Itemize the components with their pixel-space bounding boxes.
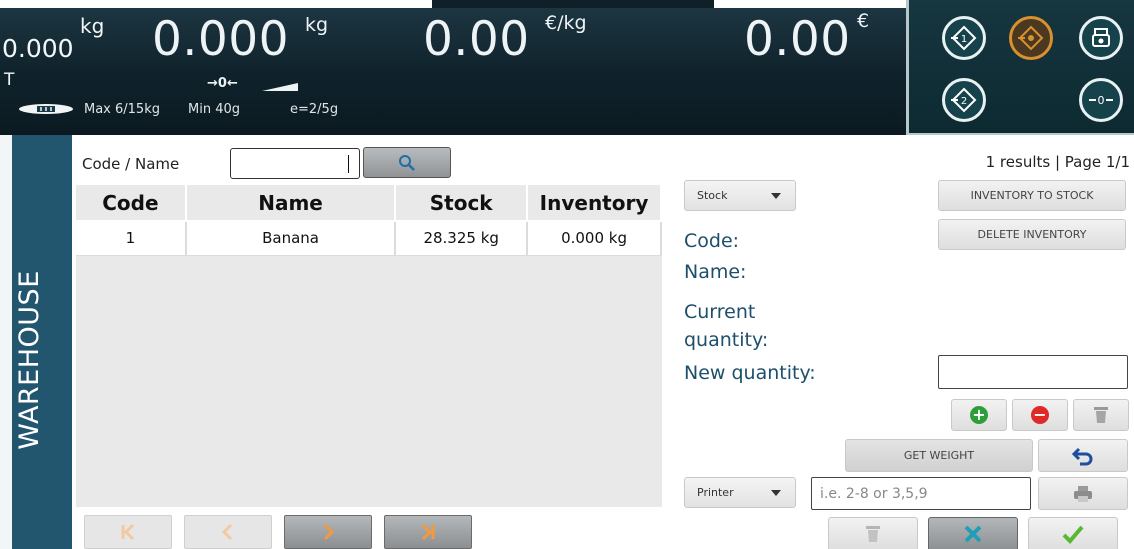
total-price-value: 0.00 [744,12,851,67]
new-quantity-input[interactable] [938,355,1128,389]
current-quantity-label-line-1: Current [684,301,756,323]
current-quantity-label-line-2: quantity: [684,329,769,351]
plus-icon: + [970,406,988,424]
scale-display: kg 0.000 T 0.000 kg 0.00 €/kg 0.00 € →0←… [0,0,1134,135]
search-icon [399,154,415,171]
search-label: Code / Name [82,155,180,173]
chevron-down-icon [771,490,781,496]
print-label-button[interactable] [1079,16,1123,60]
stock-select[interactable]: Stock [684,180,796,211]
cell-stock: 28.325 kg [395,221,529,256]
column-header-inventory[interactable]: Inventory [527,185,662,222]
cancel-button[interactable] [928,517,1018,549]
product-table: Code Name Stock Inventory 1 Banana 28.32… [76,185,662,507]
column-header-name[interactable]: Name [185,185,397,222]
stock-select-label: Stock [697,189,728,202]
sidebar: WAREHOUSE [0,135,72,549]
plu-orange-button[interactable] [1009,16,1053,60]
search-input[interactable] [230,148,360,179]
weight-value: 0.000 [152,12,290,67]
unit-price-unit: €/kg [545,12,587,34]
next-page-button[interactable] [284,515,372,549]
table-row[interactable]: 1 Banana 28.325 kg 0.000 kg [76,221,662,256]
remove-button[interactable]: − [1012,399,1068,431]
inventory-detail-panel: 1 results | Page 1/1 Stock INVENTORY TO … [666,135,1134,549]
trash-icon [866,526,880,542]
printer-icon [1074,485,1092,502]
code-label: Code: [684,230,740,252]
last-page-icon [421,523,435,541]
prev-page-icon [221,523,233,541]
text-caret [348,155,349,173]
cell-code: 1 [76,221,187,256]
zero-button[interactable]: 0 [1079,78,1123,122]
checkmark-icon [1062,525,1084,544]
svg-text:2: 2 [961,96,967,107]
prev-page-button[interactable] [184,515,272,549]
clear-button[interactable] [1073,399,1129,431]
max-capacity: Max 6/15kg [84,102,160,117]
trash-icon [1094,407,1108,423]
print-button[interactable] [1038,477,1128,510]
delete-button[interactable] [828,517,918,549]
plu-orange-icon [1018,25,1044,51]
svg-text:0: 0 [1098,94,1105,107]
svg-text:1: 1 [961,34,967,45]
results-summary: 1 results | Page 1/1 [985,153,1130,171]
minus-icon: − [1031,406,1049,424]
scale-button-panel: 1 2 0 [906,0,1134,135]
undo-button[interactable] [1038,439,1128,472]
cell-inventory: 0.000 kg [527,221,662,256]
first-page-icon [121,523,135,541]
total-price-unit: € [857,10,870,32]
delete-inventory-button[interactable]: DELETE INVENTORY [938,219,1126,250]
column-header-stock[interactable]: Stock [395,185,529,222]
chevron-down-icon [771,193,781,199]
column-header-code[interactable]: Code [76,185,187,222]
plu-1-button[interactable]: 1 [942,16,986,60]
unit-price-value: 0.00 [423,12,530,67]
confirm-button[interactable] [1028,517,1118,549]
tare-flag: T [4,70,15,90]
printer-scale-icon [1092,28,1110,47]
min-capacity: Min 40g [188,102,240,117]
tare-unit: kg [80,14,105,38]
plu-2-button[interactable]: 2 [942,78,986,122]
plu-2-icon: 2 [951,87,977,113]
last-page-button[interactable] [384,515,472,549]
search-button[interactable] [363,147,451,178]
add-button[interactable]: + [951,399,1007,431]
first-page-button[interactable] [84,515,172,549]
page-range-input[interactable]: i.e. 2-8 or 3,5,9 [811,477,1031,510]
division: e=2/5g [290,102,339,117]
stable-indicator-icon [262,83,298,91]
scale-platform-icon [19,104,73,114]
sidebar-title: WAREHOUSE [14,270,45,450]
weight-unit: kg [305,14,329,36]
next-page-icon [323,523,335,541]
cell-name: Banana [185,221,397,256]
zero-indicator: →0← [207,76,238,91]
plu-1-icon: 1 [951,25,977,51]
inventory-to-stock-button[interactable]: INVENTORY TO STOCK [938,180,1126,211]
name-label: Name: [684,261,747,283]
printer-select-label: Printer [697,486,734,499]
product-list-panel: Code / Name Code Name Stock Inventory 1 … [72,135,666,549]
close-icon [964,525,982,543]
undo-icon [1072,447,1093,465]
new-quantity-label: New quantity: [684,362,816,384]
get-weight-button[interactable]: GET WEIGHT [845,439,1033,472]
warehouse-screen: kg 0.000 T 0.000 kg 0.00 €/kg 0.00 € →0←… [0,0,1134,549]
zero-icon: 0 [1089,94,1113,107]
tare-value: 0.000 [2,34,74,63]
printer-select[interactable]: Printer [684,477,796,508]
